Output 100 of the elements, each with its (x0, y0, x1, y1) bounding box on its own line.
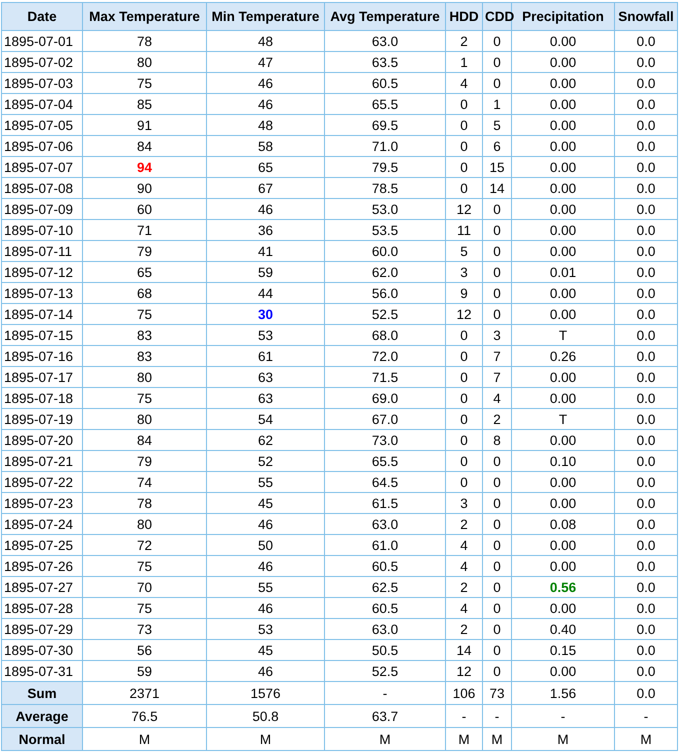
table-cell: 63.0 (324, 30, 446, 52)
table-cell: 60.5 (324, 556, 446, 576)
table-cell: 55 (206, 576, 324, 598)
table-cell: 0.0 (614, 534, 678, 556)
table-cell: 0.00 (512, 94, 614, 114)
table-cell: 62 (206, 430, 324, 450)
table-cell: 80 (82, 52, 206, 72)
table-cell: 73.0 (324, 430, 446, 450)
table-cell: M (446, 728, 482, 750)
row-header: Normal (2, 728, 82, 750)
table-cell: M (512, 728, 614, 750)
table-cell: 1895-07-30 (2, 640, 82, 660)
table-cell: 0.0 (614, 514, 678, 534)
table-cell: 76.5 (82, 704, 206, 728)
table-cell: 0 (482, 72, 512, 94)
table-cell: 4 (482, 388, 512, 408)
table-cell: 0.0 (614, 430, 678, 450)
column-header: CDD (482, 2, 512, 30)
table-cell: 0 (482, 514, 512, 534)
table-cell: 0.0 (614, 618, 678, 640)
table-cell: 53 (206, 324, 324, 346)
table-cell: 3 (482, 324, 512, 346)
table-cell: 0.0 (614, 94, 678, 114)
table-cell: 0.00 (512, 282, 614, 304)
table-cell: 0 (446, 114, 482, 136)
table-cell: 60.5 (324, 598, 446, 618)
table-cell: 55 (206, 472, 324, 492)
table-cell: 0.0 (614, 682, 678, 704)
table-cell: 78 (82, 492, 206, 514)
table-cell: 0.0 (614, 576, 678, 598)
table-cell: 1895-07-21 (2, 450, 82, 472)
table-cell: 14 (446, 640, 482, 660)
table-cell: 5 (482, 114, 512, 136)
table-cell: 0.0 (614, 72, 678, 94)
table-cell: 53.0 (324, 198, 446, 220)
table-cell: 0 (482, 282, 512, 304)
table-cell: 0.0 (614, 198, 678, 220)
table-cell: 62.0 (324, 262, 446, 282)
table-cell: 46 (206, 660, 324, 682)
table-cell: 1895-07-18 (2, 388, 82, 408)
table-cell: 0.15 (512, 640, 614, 660)
table-cell: 3 (446, 492, 482, 514)
table-cell: 12 (446, 304, 482, 324)
table-cell: 61 (206, 346, 324, 366)
table-cell: 0 (482, 240, 512, 262)
table-cell: 68.0 (324, 324, 446, 346)
table-cell: M (206, 728, 324, 750)
table-cell: 2 (446, 514, 482, 534)
table-cell: 94 (82, 156, 206, 178)
table-cell: 6 (482, 136, 512, 156)
table-cell: 0.0 (614, 220, 678, 240)
table-cell: 0 (446, 472, 482, 492)
table-cell: 65 (206, 156, 324, 178)
table-cell: 1895-07-20 (2, 430, 82, 450)
table-cell: 0 (482, 198, 512, 220)
table-cell: 68 (82, 282, 206, 304)
table-cell: 1895-07-14 (2, 304, 82, 324)
table-cell: 52.5 (324, 660, 446, 682)
table-cell: 4 (446, 556, 482, 576)
column-header: Snowfall (614, 2, 678, 30)
table-cell: 0 (482, 30, 512, 52)
table-cell: 46 (206, 94, 324, 114)
table-cell: 67.0 (324, 408, 446, 430)
table-cell: 1895-07-09 (2, 198, 82, 220)
table-cell: 0.0 (614, 388, 678, 408)
table-cell: 60.0 (324, 240, 446, 262)
table-cell: 1576 (206, 682, 324, 704)
table-cell: 9 (446, 282, 482, 304)
table-cell: 0.00 (512, 388, 614, 408)
table-cell: 1 (446, 52, 482, 72)
table-cell: 63 (206, 366, 324, 388)
table-cell: 1895-07-19 (2, 408, 82, 430)
column-header: Date (2, 2, 82, 30)
table-cell: 80 (82, 366, 206, 388)
table-cell: 4 (446, 534, 482, 556)
table-cell: 41 (206, 240, 324, 262)
table-cell: 1895-07-26 (2, 556, 82, 576)
table-cell: 0 (482, 220, 512, 240)
table-cell: 91 (82, 114, 206, 136)
table-cell: 2 (446, 30, 482, 52)
table-cell: 60.5 (324, 72, 446, 94)
table-cell: M (82, 728, 206, 750)
table-cell: 0.00 (512, 660, 614, 682)
table-cell: 0 (446, 94, 482, 114)
table-cell: 0.00 (512, 472, 614, 492)
table-cell: - (446, 704, 482, 728)
table-cell: 75 (82, 598, 206, 618)
table-cell: 2 (446, 576, 482, 598)
table-cell: 46 (206, 598, 324, 618)
table-cell: 0 (446, 324, 482, 346)
table-cell: 4 (446, 72, 482, 94)
table-cell: 59 (206, 262, 324, 282)
table-cell: 4 (446, 598, 482, 618)
table-cell: 75 (82, 72, 206, 94)
table-cell: 63.5 (324, 52, 446, 72)
table-cell: 0.01 (512, 262, 614, 282)
table-cell: M (482, 728, 512, 750)
table-cell: 84 (82, 430, 206, 450)
table-cell: 11 (446, 220, 482, 240)
table-cell: 79 (82, 240, 206, 262)
